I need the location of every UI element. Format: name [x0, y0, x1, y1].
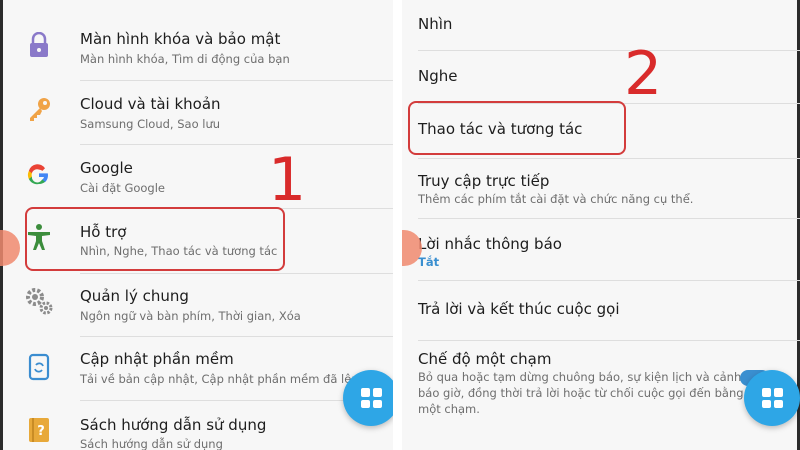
settings-item-general-management[interactable]: Quản lý chung Ngôn ngữ và bàn phím, Thời… [0, 272, 393, 336]
settings-item-lock-security[interactable]: Màn hình khóa và bảo mật Màn hình khóa, … [0, 14, 393, 78]
settings-item-subtitle: Samsung Cloud, Sao lưu [80, 117, 221, 131]
settings-item-title: Sách hướng dẫn sử dụng [80, 416, 267, 434]
accessibility-item-title: Truy cập trực tiếp [418, 172, 550, 190]
settings-item-software-update[interactable]: Cập nhật phần mềm Tải về bản cập nhật, C… [0, 336, 393, 400]
settings-item-title: Google [80, 159, 133, 177]
settings-item-google[interactable]: Google Cài đặt Google [0, 142, 393, 206]
google-icon [24, 160, 54, 190]
gears-icon [24, 286, 54, 316]
accessibility-item-vision[interactable]: Nhìn [402, 0, 800, 48]
accessibility-item-single-tap-mode[interactable]: Chế độ một chạm Bỏ qua hoặc tạm dừng chu… [402, 340, 800, 450]
accessibility-item-title: Nghe [418, 67, 458, 85]
settings-item-title: Màn hình khóa và bảo mật [80, 30, 281, 48]
accessibility-item-subtitle: Thêm các phím tắt cài đặt và chức năng c… [418, 192, 694, 206]
accessibility-item-status: Tắt [418, 255, 440, 269]
accessibility-item-desc-line: một chạm. [418, 402, 480, 416]
manual-book-icon: ? [24, 415, 54, 445]
panel-divider [393, 0, 402, 450]
accessibility-item-answer-end-calls[interactable]: Trả lời và kết thúc cuộc gọi [402, 280, 800, 338]
apps-grid-button[interactable] [744, 370, 800, 426]
accessibility-item-title: Lời nhắc thông báo [418, 235, 562, 253]
accessibility-item-title: Trả lời và kết thúc cuộc gọi [418, 300, 620, 318]
settings-item-subtitle: Màn hình khóa, Tìm di động của bạn [80, 52, 290, 66]
accessibility-item-title: Chế độ một chạm [418, 350, 552, 368]
apps-grid-button[interactable] [343, 370, 393, 426]
svg-text:?: ? [37, 424, 45, 439]
left-settings-panel: Màn hình khóa và bảo mật Màn hình khóa, … [0, 0, 393, 450]
settings-item-title: Quản lý chung [80, 287, 189, 305]
accessibility-item-notification-reminder[interactable]: Lời nhắc thông báo Tắt [402, 218, 800, 282]
apps-grid-icon [762, 388, 783, 408]
settings-item-subtitle: Sách hướng dẫn sử dụng [80, 437, 223, 450]
accessibility-item-title: Nhìn [418, 15, 453, 33]
apps-grid-icon [361, 388, 382, 408]
settings-item-title: Cập nhật phần mềm [80, 350, 234, 368]
software-update-icon [24, 352, 54, 382]
settings-item-subtitle: Cài đặt Google [80, 181, 165, 195]
highlight-box-accessibility [25, 207, 285, 271]
accessibility-item-hearing[interactable]: Nghe [402, 50, 800, 102]
highlight-box-interaction [408, 101, 626, 155]
accessibility-item-direct-access[interactable]: Truy cập trực tiếp Thêm các phím tắt cài… [402, 158, 800, 216]
step-number-1: 1 [268, 145, 307, 215]
settings-item-subtitle: Tải về bản cập nhật, Cập nhật phần mềm đ… [80, 372, 383, 386]
accessibility-item-desc-line: báo giờ, đồng thời trả lời hoặc từ chối … [418, 386, 744, 400]
right-accessibility-panel: Nhìn Nghe Thao tác và tương tác Truy cập… [402, 0, 800, 450]
key-icon [24, 94, 54, 124]
step-number-2: 2 [624, 39, 663, 109]
settings-item-subtitle: Ngôn ngữ và bàn phím, Thời gian, Xóa [80, 309, 301, 323]
settings-item-user-manual[interactable]: ? Sách hướng dẫn sử dụng Sách hướng dẫn … [0, 400, 393, 450]
lock-icon [24, 30, 54, 60]
settings-item-title: Cloud và tài khoản [80, 95, 221, 113]
accessibility-item-desc-line: Bỏ qua hoặc tạm dừng chuông báo, sự kiện… [418, 370, 742, 384]
settings-item-cloud-accounts[interactable]: Cloud và tài khoản Samsung Cloud, Sao lư… [0, 78, 393, 142]
